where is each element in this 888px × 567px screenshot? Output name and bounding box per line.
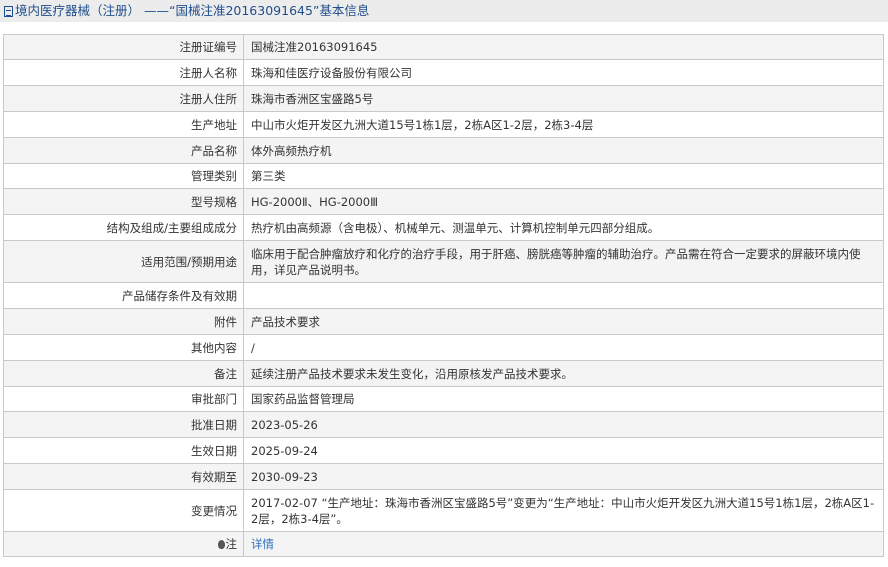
detail-table: 注册证编号 国械注准20163091645 注册人名称 珠海和佳医疗设备股份有限公司注… <box>3 34 884 557</box>
row-value-cell: 珠海和佳医疗设备股份有限公司 <box>243 59 884 86</box>
row-value-cell: 珠海市香洲区宝盛路5号 <box>243 85 884 112</box>
row-value-cell: 体外高频热疗机 <box>243 137 884 164</box>
row-value-cell: 产品技术要求 <box>243 308 884 335</box>
row-value-cell: 国家药品监督管理局 <box>243 386 884 412</box>
row-value: 延续注册产品技术要求未发生变化，沿用原核发产品技术要求。 <box>251 366 573 381</box>
table-row: 生效日期 2025-09-24 <box>3 437 884 464</box>
row-label: 产品名称 <box>191 143 237 158</box>
row-label: 生产地址 <box>191 117 237 132</box>
row-label-cell: 注册人名称 <box>3 59 244 86</box>
row-label-cell: 注册证编号 <box>3 34 244 60</box>
row-value: 2030-09-23 <box>251 469 318 484</box>
table-row: 结构及组成/主要组成成分 热疗机由高频源（含电极）、机械单元、测温单元、计算机控制… <box>3 214 884 241</box>
row-value-cell: 2030-09-23 <box>243 463 884 490</box>
row-label-cell: 其他内容 <box>3 334 244 361</box>
table-row: 有效期至 2030-09-23 <box>3 463 884 490</box>
row-value-cell: 临床用于配合肿瘤放疗和化疗的治疗手段，用于肝癌、膀胱癌等肿瘤的辅助治疗。产品需在… <box>243 240 884 283</box>
table-row: 附件 产品技术要求 <box>3 308 884 335</box>
table-row: 注册人名称 珠海和佳医疗设备股份有限公司 <box>3 59 884 86</box>
row-label: 型号规格 <box>191 194 237 209</box>
row-label-cell: 适用范围/预期用途 <box>3 240 244 283</box>
table-row: 审批部门 国家药品监督管理局 <box>3 386 884 412</box>
row-label: 变更情况 <box>191 503 237 518</box>
row-label-cell: 注 <box>3 531 244 557</box>
table-row: 产品储存条件及有效期 <box>3 282 884 309</box>
row-value-cell: 2017-02-07 “生产地址：珠海市香洲区宝盛路5号”变更为“生产地址：中山… <box>243 489 884 532</box>
document-icon <box>4 6 13 17</box>
row-value: / <box>251 340 255 355</box>
row-value-cell: HG-2000Ⅱ、HG-2000Ⅲ <box>243 188 884 215</box>
table-row: 生产地址 中山市火炬开发区九洲大道15号1栋1层，2栋A区1-2层，2栋3-4层 <box>3 111 884 138</box>
row-label: 管理类别 <box>191 169 237 183</box>
row-value: 2023-05-26 <box>251 417 318 432</box>
row-label-cell: 有效期至 <box>3 463 244 490</box>
row-value-cell: 中山市火炬开发区九洲大道15号1栋1层，2栋A区1-2层，2栋3-4层 <box>243 111 884 138</box>
row-label: 结构及组成/主要组成成分 <box>106 220 237 235</box>
page-header: 境内医疗器械（注册） ——“国械注准20163091645”基本信息 <box>0 0 888 22</box>
row-label: 批准日期 <box>191 417 237 432</box>
table-row: 注册证编号 国械注准20163091645 <box>3 34 884 60</box>
bulb-icon <box>217 540 225 549</box>
row-value-cell: / <box>243 334 884 361</box>
table-row: 注册人住所 珠海市香洲区宝盛路5号 <box>3 85 884 112</box>
table-row: 批准日期 2023-05-26 <box>3 411 884 438</box>
row-label: 审批部门 <box>191 392 237 406</box>
table-row: 注详情 <box>3 531 884 557</box>
row-label: 有效期至 <box>191 469 237 484</box>
row-value: 国械注准20163091645 <box>251 40 378 54</box>
row-label-cell: 审批部门 <box>3 386 244 412</box>
row-label: 适用范围/预期用途 <box>141 254 237 269</box>
row-label-cell: 备注 <box>3 360 244 387</box>
details-link[interactable]: 详情 <box>251 537 274 551</box>
row-label: 备注 <box>214 366 237 381</box>
row-value: 2017-02-07 “生产地址：珠海市香洲区宝盛路5号”变更为“生产地址：中山… <box>251 495 875 526</box>
row-value: 产品技术要求 <box>251 314 320 329</box>
row-value-cell: 延续注册产品技术要求未发生变化，沿用原核发产品技术要求。 <box>243 360 884 387</box>
row-label: 注册人名称 <box>179 65 238 80</box>
row-label-cell: 结构及组成/主要组成成分 <box>3 214 244 241</box>
row-value: 第三类 <box>251 169 286 183</box>
row-value: 珠海和佳医疗设备股份有限公司 <box>251 65 412 80</box>
row-label: 附件 <box>214 314 237 329</box>
row-label-cell: 生效日期 <box>3 437 244 464</box>
row-label-cell: 型号规格 <box>3 188 244 215</box>
row-label-cell: 产品名称 <box>3 137 244 164</box>
row-value-cell: 国械注准20163091645 <box>243 34 884 60</box>
row-label: 产品储存条件及有效期 <box>122 288 237 303</box>
row-label-cell: 变更情况 <box>3 489 244 532</box>
table-row: 管理类别 第三类 <box>3 163 884 189</box>
row-label-cell: 管理类别 <box>3 163 244 189</box>
row-label: 注册证编号 <box>179 40 238 54</box>
row-value-cell: 2025-09-24 <box>243 437 884 464</box>
table-row: 变更情况 2017-02-07 “生产地址：珠海市香洲区宝盛路5号”变更为“生产地… <box>3 489 884 532</box>
table-row: 其他内容 / <box>3 334 884 361</box>
row-label-cell: 注册人住所 <box>3 85 244 112</box>
row-value: 体外高频热疗机 <box>251 143 332 158</box>
row-label-cell: 批准日期 <box>3 411 244 438</box>
row-label: 注册人住所 <box>179 91 238 106</box>
row-label: 注 <box>225 537 238 551</box>
row-label-cell: 产品储存条件及有效期 <box>3 282 244 309</box>
table-row: 产品名称 体外高频热疗机 <box>3 137 884 164</box>
row-value-cell <box>243 282 884 309</box>
row-value: 中山市火炬开发区九洲大道15号1栋1层，2栋A区1-2层，2栋3-4层 <box>251 117 594 132</box>
page-header-title: 境内医疗器械（注册） ——“国械注准20163091645”基本信息 <box>15 3 370 18</box>
row-value-cell: 详情 <box>243 531 884 557</box>
row-label-cell: 附件 <box>3 308 244 335</box>
table-row: 适用范围/预期用途 临床用于配合肿瘤放疗和化疗的治疗手段，用于肝癌、膀胱癌等肿瘤的… <box>3 240 884 283</box>
row-value-cell: 第三类 <box>243 163 884 189</box>
row-label: 其他内容 <box>191 340 237 355</box>
row-value-cell: 2023-05-26 <box>243 411 884 438</box>
row-value: 临床用于配合肿瘤放疗和化疗的治疗手段，用于肝癌、膀胱癌等肿瘤的辅助治疗。产品需在… <box>251 246 861 277</box>
row-label-cell: 生产地址 <box>3 111 244 138</box>
row-value: 珠海市香洲区宝盛路5号 <box>251 91 374 106</box>
table-row: 备注 延续注册产品技术要求未发生变化，沿用原核发产品技术要求。 <box>3 360 884 387</box>
row-label: 生效日期 <box>191 443 237 458</box>
row-value: 2025-09-24 <box>251 443 318 458</box>
row-value: 热疗机由高频源（含电极）、机械单元、测温单元、计算机控制单元四部分组成。 <box>251 220 660 235</box>
table-row: 型号规格 HG-2000Ⅱ、HG-2000Ⅲ <box>3 188 884 215</box>
row-value-cell: 热疗机由高频源（含电极）、机械单元、测温单元、计算机控制单元四部分组成。 <box>243 214 884 241</box>
row-value: 国家药品监督管理局 <box>251 392 355 406</box>
row-value: HG-2000Ⅱ、HG-2000Ⅲ <box>251 194 379 209</box>
